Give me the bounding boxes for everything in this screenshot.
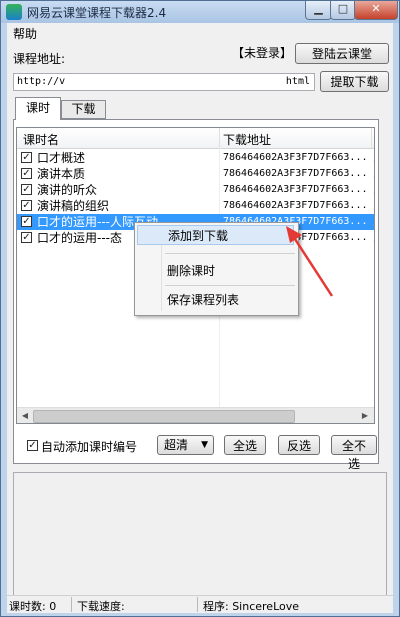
minimize-icon: ▁: [314, 2, 323, 15]
maximize-icon: □: [337, 2, 349, 15]
annotation-arrow: [286, 226, 334, 297]
maximize-button[interactable]: □: [330, 1, 356, 20]
main-window: 网易云课堂课程下载器2.4 ▁ □ ✕ 帮助 课程地址: 【未登录】 登陆云课堂…: [0, 0, 400, 617]
client-area: 帮助 课程地址: 【未登录】 登陆云课堂 http://v html 提取下载 …: [7, 23, 393, 613]
title-bar[interactable]: 网易云课堂课程下载器2.4 ▁ □ ✕: [1, 1, 399, 23]
arrow-shaft: [291, 235, 334, 297]
window-title: 网易云课堂课程下载器2.4: [27, 6, 167, 20]
app-icon: [6, 4, 22, 20]
arrow-head: [286, 226, 302, 243]
close-button[interactable]: ✕: [354, 1, 398, 20]
close-icon: ✕: [371, 2, 381, 15]
minimize-button[interactable]: ▁: [305, 1, 332, 20]
